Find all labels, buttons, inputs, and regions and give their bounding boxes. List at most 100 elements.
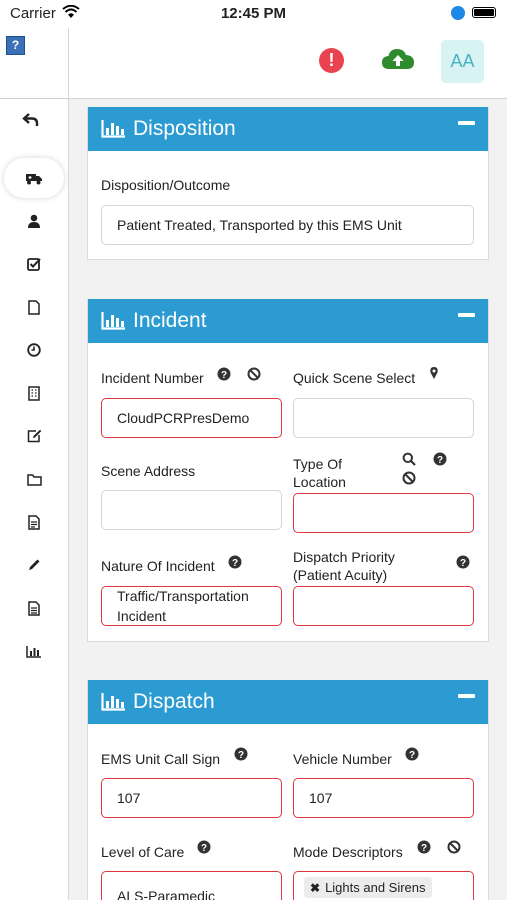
not-applicable-icon[interactable] [247,367,261,381]
help-icon[interactable]: ? [217,367,231,381]
list-document-icon [28,514,40,530]
svg-text:?: ? [409,750,415,761]
nature-of-incident-field[interactable]: Traffic/Transportation Incident [101,586,282,626]
level-of-care-field[interactable]: ALS-Paramedic [101,871,282,900]
sidebar-item-ambulance[interactable] [0,158,68,198]
quick-scene-field[interactable] [293,398,474,438]
remove-tag-icon[interactable]: ✖ [310,881,320,895]
disposition-header[interactable]: Disposition [88,107,488,151]
svg-text:?: ? [232,558,238,569]
sidebar-item-report[interactable] [0,590,68,626]
call-sign-field[interactable]: 107 [101,778,282,818]
help-icon[interactable]: ? [197,840,211,854]
scene-address-field[interactable] [101,490,282,530]
svg-text:?: ? [238,750,244,761]
dispatch-priority-field[interactable] [293,586,474,626]
sidebar-item-document[interactable] [0,289,68,325]
help-icon[interactable]: ? [234,747,248,761]
svg-text:?: ? [437,455,443,466]
level-of-care-label: Level of Care [101,844,185,860]
svg-text:?: ? [201,843,207,854]
collapse-icon[interactable] [458,694,475,698]
map-marker-icon[interactable] [429,366,439,380]
report-icon [28,600,40,616]
nature-of-incident-label: Nature Of Incident [101,558,215,574]
building-icon [28,385,40,401]
vehicle-number-value: 107 [309,790,333,806]
call-sign-value: 107 [117,790,141,806]
collapse-icon[interactable] [458,121,475,125]
sidebar-item-times[interactable] [0,332,68,368]
bar-chart-icon [26,645,41,658]
incident-number-value: CloudPCRPresDemo [117,410,250,426]
search-icon[interactable] [402,452,416,466]
cloud-upload-icon [382,49,414,69]
edit-icon [27,429,41,443]
vehicle-number-field[interactable]: 107 [293,778,474,818]
ambulance-icon [26,174,42,185]
alert-icon[interactable]: ! [319,48,344,73]
location-icon [451,6,465,20]
sidebar-item-stats[interactable] [0,633,68,669]
not-applicable-icon[interactable] [402,471,416,485]
clock-time: 12:45 PM [220,5,287,22]
cloud-upload-button[interactable] [381,46,415,77]
help-icon[interactable]: ? [417,840,431,854]
incident-number-field[interactable]: CloudPCRPresDemo [101,398,282,438]
dispatch-header[interactable]: Dispatch [88,680,488,724]
disposition-panel: Disposition Disposition/Outcome Patient … [87,107,489,260]
disposition-outcome-label: Disposition/Outcome [101,177,231,193]
battery-icon [472,7,496,18]
mode-descriptors-label: Mode Descriptors [293,844,403,860]
panel-title: Dispatch [133,690,215,713]
sidebar-item-checklist[interactable] [0,246,68,282]
bar-chart-icon [101,693,125,711]
sidebar-item-patient[interactable] [0,203,68,239]
panel-title: Incident [133,309,207,332]
clock-icon [27,343,41,357]
mode-tag-label: Lights and Sirens [325,880,426,895]
main-content: Disposition Disposition/Outcome Patient … [69,99,507,900]
help-button[interactable]: ? [6,36,25,55]
font-size-button[interactable]: AA [441,40,484,83]
collapse-icon[interactable] [458,313,475,317]
mode-tag[interactable]: ✖ Lights and Sirens [304,877,432,898]
type-of-location-field[interactable] [293,493,474,533]
bar-chart-icon [101,120,125,138]
svg-text:?: ? [460,558,466,569]
help-icon[interactable]: ? [433,452,447,466]
not-applicable-icon[interactable] [447,840,461,854]
dispatch-panel: Dispatch EMS Unit Call Sign ? 107 Vehicl… [87,680,489,900]
sidebar-divider [0,98,68,99]
mode-descriptors-field[interactable]: ✖ Lights and Sirens [293,871,474,900]
help-icon[interactable]: ? [405,747,419,761]
status-bar: Carrier 12:45 PM [0,0,507,28]
folder-icon [26,473,42,486]
disposition-outcome-field[interactable]: Patient Treated, Transported by this EMS… [101,205,474,245]
disposition-outcome-value: Patient Treated, Transported by this EMS… [117,217,402,233]
vehicle-number-label: Vehicle Number [293,751,392,767]
sidebar-item-folder[interactable] [0,461,68,497]
incident-number-label: Incident Number [101,370,204,386]
sidebar-item-edit[interactable] [0,418,68,454]
help-icon[interactable]: ? [456,555,470,569]
panel-title: Disposition [133,117,236,140]
sidebar-item-narrative[interactable] [0,504,68,540]
svg-text:?: ? [221,370,227,381]
sidebar: ? [0,28,69,900]
bar-chart-icon [101,312,125,330]
document-icon [28,299,40,315]
sidebar-item-signature[interactable] [0,547,68,583]
sidebar-item-facility[interactable] [0,375,68,411]
call-sign-label: EMS Unit Call Sign [101,751,221,767]
type-of-location-label: Type Of Location [293,456,346,490]
top-toolbar: ! AA [69,28,507,99]
incident-header[interactable]: Incident [88,299,488,343]
help-icon[interactable]: ? [228,555,242,569]
back-button[interactable] [22,112,44,130]
checkbox-icon [27,258,41,271]
back-arrow-icon [22,113,39,126]
pencil-icon [29,559,40,570]
svg-text:?: ? [421,843,427,854]
quick-scene-label: Quick Scene Select [293,370,416,386]
